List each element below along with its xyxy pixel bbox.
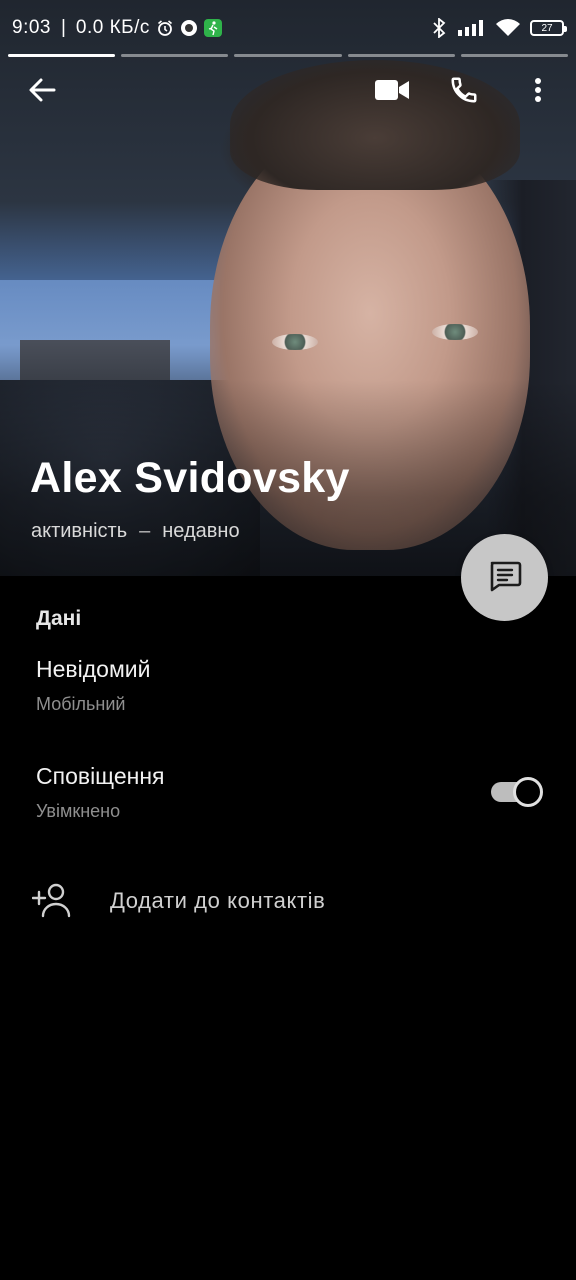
status-time: 9:03 [12,17,51,38]
phone-number[interactable]: Невідомий [36,656,150,683]
status-network-speed: 0.0 КБ/с [75,17,150,38]
story-segment [347,54,455,57]
app-icon [180,19,198,37]
section-title-details: Дані [36,607,82,630]
add-person-icon [31,882,72,918]
phone-icon [449,75,479,110]
alarm-icon [156,19,174,37]
fitness-icon [203,19,222,37]
add-to-contacts-row[interactable]: Додати до контактів [0,876,576,926]
voice-call-button[interactable] [436,62,492,122]
status-separator: | [60,17,66,38]
add-to-contacts-label: Додати до контактів [110,888,326,913]
notifications-toggle[interactable] [491,777,543,807]
story-segment [121,54,229,57]
battery-icon: 27 [530,20,567,36]
top-toolbar [0,62,576,122]
notifications-state: Увімкнено [36,801,121,821]
presence-value: недавно [162,520,240,542]
more-options-button[interactable] [510,62,566,122]
status-bar: 9:03 | 0.0 КБ/с 27 [0,0,576,56]
photo-eye-left [272,334,318,350]
notifications-label[interactable]: Сповіщення [36,763,165,790]
story-segment [234,54,342,57]
contact-name: Alex Svidovsky [30,454,350,502]
presence-label: активність [31,520,128,542]
more-vert-icon [534,77,542,108]
wifi-icon [496,19,520,37]
phone-type: Мобільний [36,694,126,714]
story-progress [8,54,569,57]
bluetooth-icon [430,18,448,38]
presence-status: активність – недавно [31,520,240,543]
message-icon [487,557,523,598]
signal-icon [458,19,486,37]
toggle-thumb [513,777,543,807]
back-button[interactable] [14,62,70,122]
story-segment [460,54,569,57]
story-segment [8,54,116,57]
video-call-icon [375,79,409,106]
send-message-button[interactable] [461,534,548,621]
arrow-left-icon [28,76,56,109]
presence-dash: – [139,520,151,542]
photo-eye-right [432,324,478,340]
video-call-button[interactable] [364,62,420,122]
